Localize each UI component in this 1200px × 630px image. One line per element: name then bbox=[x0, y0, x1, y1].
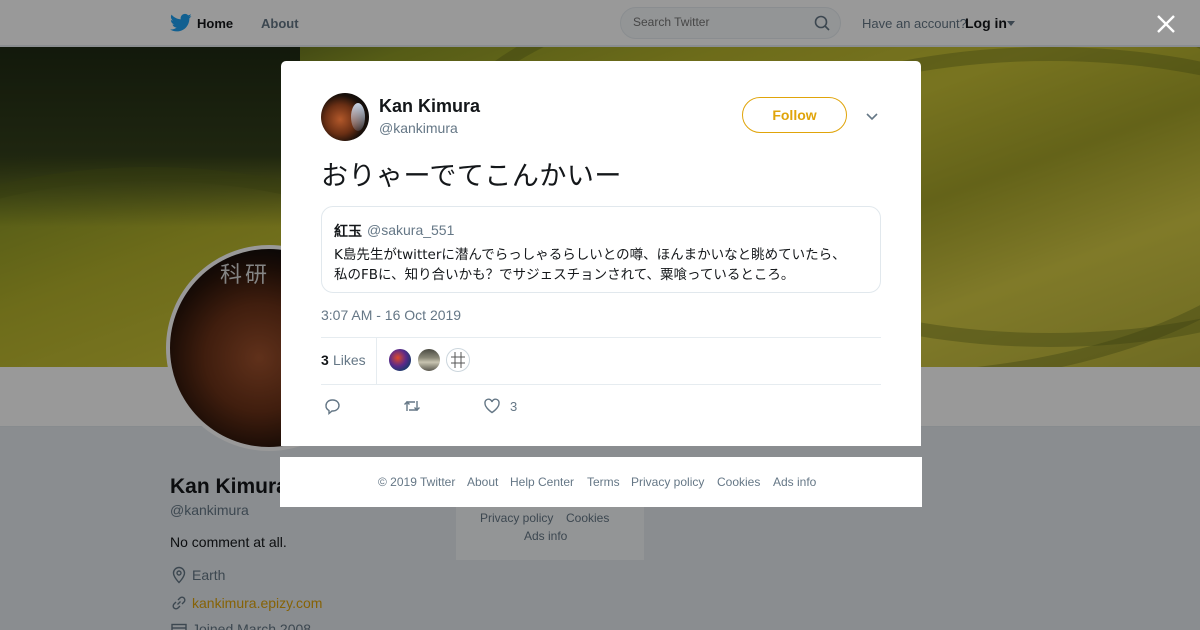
avatar-glint bbox=[351, 103, 365, 131]
quoted-text-line: 私のFBに、知り合いかも？でサジェスチョンされて、粟喰っているところ。 bbox=[334, 267, 795, 283]
footer-help-link[interactable]: Help Center bbox=[510, 475, 574, 489]
divider bbox=[321, 337, 881, 338]
chevron-down-icon[interactable] bbox=[864, 108, 880, 124]
tweet-author-name[interactable]: Kan Kimura bbox=[379, 96, 480, 117]
quoted-text-line: K島先生がtwitterに潜んでらっしゃるらしいとの噂、ほんまかいなと眺めていた… bbox=[334, 247, 846, 263]
divider bbox=[376, 338, 377, 384]
quoted-tweet[interactable]: 紅玉 @sakura_551 K島先生がtwitterに潜んでらっしゃるらしいと… bbox=[321, 206, 881, 293]
tweet-timestamp[interactable]: 3:07 AM - 16 Oct 2019 bbox=[321, 307, 461, 323]
modal-footer: © 2019 Twitter About Help Center Terms P… bbox=[280, 457, 922, 507]
reply-icon[interactable] bbox=[323, 397, 341, 415]
quoted-author-name: 紅玉 bbox=[334, 224, 362, 240]
liker-avatar[interactable] bbox=[446, 348, 470, 372]
close-icon[interactable] bbox=[1156, 14, 1176, 34]
footer-ads-link[interactable]: Ads info bbox=[773, 475, 816, 489]
footer-terms-link[interactable]: Terms bbox=[587, 475, 620, 489]
tweet-modal: Kan Kimura @kankimura Follow おりゃーでてこんかいー… bbox=[281, 61, 921, 446]
tweet-text: おりゃーでてこんかいー bbox=[321, 161, 622, 192]
tweet-author-handle[interactable]: @kankimura bbox=[379, 120, 458, 136]
like-action-count: 3 bbox=[510, 399, 518, 414]
liker-avatar[interactable] bbox=[417, 348, 441, 372]
heart-icon[interactable] bbox=[483, 397, 501, 415]
retweet-icon[interactable] bbox=[403, 397, 421, 415]
footer-copyright: © 2019 Twitter bbox=[378, 475, 456, 489]
quoted-author-handle: @sakura_551 bbox=[367, 222, 455, 238]
likes-label[interactable]: Likes bbox=[333, 352, 366, 368]
footer-cookies-link[interactable]: Cookies bbox=[717, 475, 760, 489]
tweet-author-avatar[interactable] bbox=[321, 93, 369, 141]
likes-count[interactable]: 3 bbox=[321, 352, 329, 368]
footer-about-link[interactable]: About bbox=[467, 475, 498, 489]
liker-avatar-pattern-icon bbox=[451, 352, 465, 368]
follow-button[interactable]: Follow bbox=[742, 97, 847, 133]
footer-privacy-link[interactable]: Privacy policy bbox=[631, 475, 704, 489]
divider bbox=[321, 384, 881, 385]
liker-avatar[interactable] bbox=[388, 348, 412, 372]
